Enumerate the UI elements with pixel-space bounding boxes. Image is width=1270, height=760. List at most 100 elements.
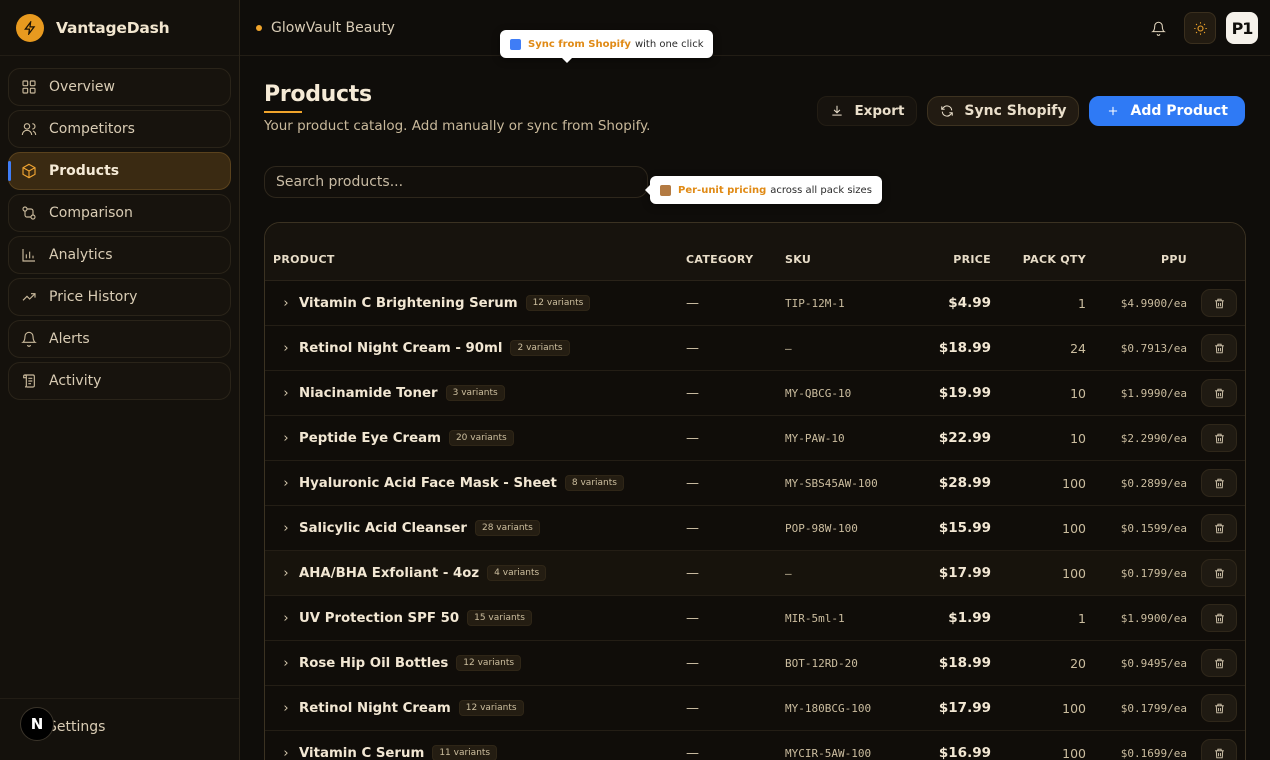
product-name[interactable]: Niacinamide Toner [299, 386, 438, 401]
table-row[interactable]: › AHA/BHA Exfoliant - 4oz 4 variants — –… [265, 551, 1245, 596]
sku-cell: MY-SBS45AW-100 [785, 476, 878, 490]
col-ppu[interactable]: PPU [1086, 253, 1187, 266]
product-name[interactable]: Retinol Night Cream - 90ml [299, 341, 502, 356]
products-table: PRODUCT CATEGORY SKU PRICE PACK QTY PPU … [264, 222, 1246, 760]
table-row[interactable]: › Vitamin C Serum 11 variants — MYCIR-5A… [265, 731, 1245, 760]
ppu-cell: $4.9900/ea [1120, 296, 1187, 310]
add-product-button[interactable]: Add Product [1089, 96, 1245, 126]
chevron-right-icon[interactable]: › [273, 296, 299, 311]
delete-button[interactable] [1201, 334, 1237, 362]
sync-label: Sync Shopify [964, 103, 1067, 119]
product-name[interactable]: Retinol Night Cream [299, 701, 451, 716]
price-cell: $16.99 [938, 745, 991, 760]
price-cell: $22.99 [938, 430, 991, 446]
delete-button[interactable] [1201, 649, 1237, 677]
chevron-right-icon[interactable]: › [273, 701, 299, 716]
category-cell: — [686, 745, 699, 760]
delete-button[interactable] [1201, 289, 1237, 317]
table-row[interactable]: › Retinol Night Cream - 90ml 2 variants … [265, 326, 1245, 371]
product-name[interactable]: Vitamin C Brightening Serum [299, 296, 518, 311]
col-pack-qty[interactable]: PACK QTY [991, 253, 1086, 266]
product-name[interactable]: UV Protection SPF 50 [299, 611, 459, 626]
chevron-right-icon[interactable]: › [273, 476, 299, 491]
delete-button[interactable] [1201, 469, 1237, 497]
delete-button[interactable] [1201, 559, 1237, 587]
delete-button[interactable] [1201, 514, 1237, 542]
delete-button[interactable] [1201, 424, 1237, 452]
table-row[interactable]: › Peptide Eye Cream 20 variants — MY-PAW… [265, 416, 1245, 461]
col-category[interactable]: CATEGORY [686, 253, 785, 266]
product-name[interactable]: Salicylic Acid Cleanser [299, 521, 467, 536]
col-product[interactable]: PRODUCT [265, 253, 686, 266]
chevron-right-icon[interactable]: › [273, 386, 299, 401]
notifications-button[interactable] [1142, 12, 1174, 44]
delete-button[interactable] [1201, 739, 1237, 760]
table-row[interactable]: › Vitamin C Brightening Serum 12 variant… [265, 281, 1245, 326]
category-cell: — [686, 340, 699, 356]
variants-badge: 8 variants [564, 475, 624, 491]
product-name[interactable]: Peptide Eye Cream [299, 431, 441, 446]
pack-qty-cell: 24 [1070, 340, 1086, 356]
sidebar-item-price-history[interactable]: Price History [8, 278, 231, 316]
chevron-right-icon[interactable]: › [273, 746, 299, 760]
trash-icon [1214, 298, 1224, 308]
export-button[interactable]: Export [817, 96, 918, 126]
actions-cell [1187, 604, 1245, 632]
theme-toggle-button[interactable] [1184, 12, 1216, 44]
col-price[interactable]: PRICE [911, 253, 991, 266]
product-name[interactable]: Hyaluronic Acid Face Mask - Sheet [299, 476, 557, 491]
delete-button[interactable] [1201, 694, 1237, 722]
chevron-right-icon[interactable]: › [273, 431, 299, 446]
variants-badge: 12 variants [525, 295, 591, 311]
tooltip-bold: Per-unit pricing [678, 184, 767, 196]
table-row[interactable]: › Retinol Night Cream 12 variants — MY-1… [265, 686, 1245, 731]
variants-badge: 3 variants [445, 385, 505, 401]
actions-cell [1187, 334, 1245, 362]
store-name[interactable]: GlowVault Beauty [271, 20, 395, 36]
product-name[interactable]: Rose Hip Oil Bottles [299, 656, 448, 671]
product-cell: › UV Protection SPF 50 15 variants [265, 610, 686, 626]
brand[interactable]: VantageDash [0, 0, 239, 56]
table-row[interactable]: › Rose Hip Oil Bottles 12 variants — BOT… [265, 641, 1245, 686]
sidebar-item-competitors[interactable]: Competitors [8, 110, 231, 148]
table-row[interactable]: › Niacinamide Toner 3 variants — MY-QBCG… [265, 371, 1245, 416]
delete-button[interactable] [1201, 379, 1237, 407]
chevron-right-icon[interactable]: › [273, 611, 299, 626]
add-product-label: Add Product [1130, 103, 1228, 119]
sidebar-item-analytics[interactable]: Analytics [8, 236, 231, 274]
sku-cell: TIP-12M-1 [785, 296, 845, 310]
chevron-right-icon[interactable]: › [273, 566, 299, 581]
sidebar-item-comparison[interactable]: Comparison [8, 194, 231, 232]
settings-link[interactable]: Settings [48, 719, 105, 735]
table-row[interactable]: › Salicylic Acid Cleanser 28 variants — … [265, 506, 1245, 551]
chevron-right-icon[interactable]: › [273, 656, 299, 671]
table-row[interactable]: › UV Protection SPF 50 15 variants — MIR… [265, 596, 1245, 641]
sidebar-item-activity[interactable]: Activity [8, 362, 231, 400]
topbar: GlowVault Beauty P1 [240, 0, 1270, 56]
sidebar-item-overview[interactable]: Overview [8, 68, 231, 106]
avatar[interactable]: P1 [1226, 12, 1258, 44]
page-actions: Export Sync Shopify Add Product [817, 96, 1245, 126]
sidebar-item-alerts[interactable]: Alerts [8, 320, 231, 358]
search-input[interactable] [264, 166, 648, 198]
table-row[interactable]: › Hyaluronic Acid Face Mask - Sheet 8 va… [265, 461, 1245, 506]
chevron-right-icon[interactable]: › [273, 521, 299, 536]
delete-button[interactable] [1201, 604, 1237, 632]
actions-cell [1187, 514, 1245, 542]
grid-icon [21, 79, 37, 95]
chevron-right-icon[interactable]: › [273, 341, 299, 356]
trash-icon [1214, 523, 1224, 533]
product-cell: › Retinol Night Cream 12 variants [265, 700, 686, 716]
tooltip-text: with one click [634, 38, 704, 50]
next-badge[interactable]: N [20, 707, 54, 741]
sku-cell: MIR-5ml-1 [785, 611, 845, 625]
sync-shopify-button[interactable]: Sync Shopify [927, 96, 1080, 126]
variants-badge: 2 variants [510, 340, 570, 356]
category-cell: — [686, 430, 699, 446]
col-sku[interactable]: SKU [785, 253, 911, 266]
product-name[interactable]: Vitamin C Serum [299, 746, 424, 760]
actions-cell [1187, 424, 1245, 452]
sidebar-item-products[interactable]: Products [8, 152, 231, 190]
product-name[interactable]: AHA/BHA Exfoliant - 4oz [299, 566, 479, 581]
sku-cell: MY-180BCG-100 [785, 701, 872, 715]
